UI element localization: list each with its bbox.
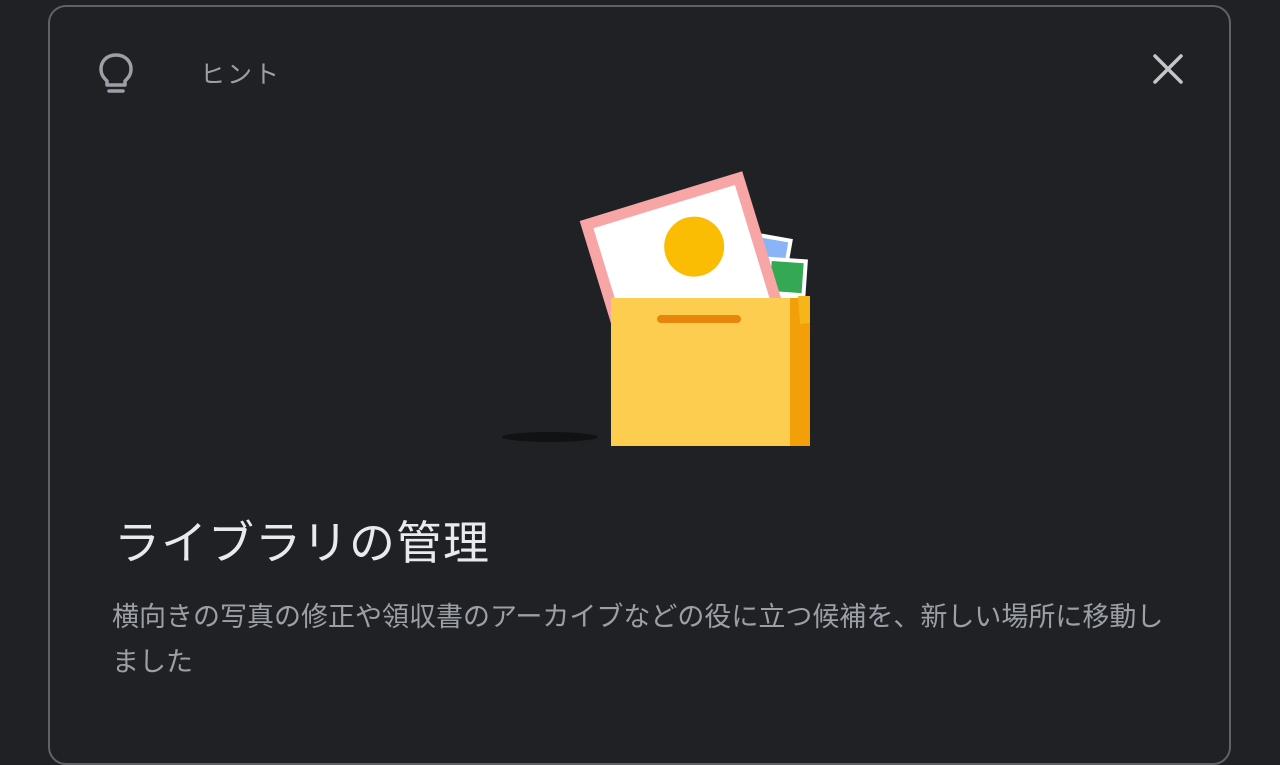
card-description: 横向きの写真の修正や領収書のアーカイブなどの役に立つ候補を、新しい場所に移動しま… xyxy=(112,602,1164,678)
hint-card: ヒント ライブラリの管理 横向きの写真の修正や領収書のアーカイブなどの役に立つ候… xyxy=(48,5,1231,765)
card-title: ライブラリの管理 xyxy=(114,516,490,570)
close-icon[interactable] xyxy=(1150,51,1186,87)
photo-tab xyxy=(798,296,810,324)
photo-box-illustration xyxy=(502,171,810,446)
hint-header-label: ヒント xyxy=(200,60,282,89)
box-shadow xyxy=(502,432,598,442)
box-handle xyxy=(657,315,741,323)
lightbulb-icon xyxy=(99,53,133,93)
